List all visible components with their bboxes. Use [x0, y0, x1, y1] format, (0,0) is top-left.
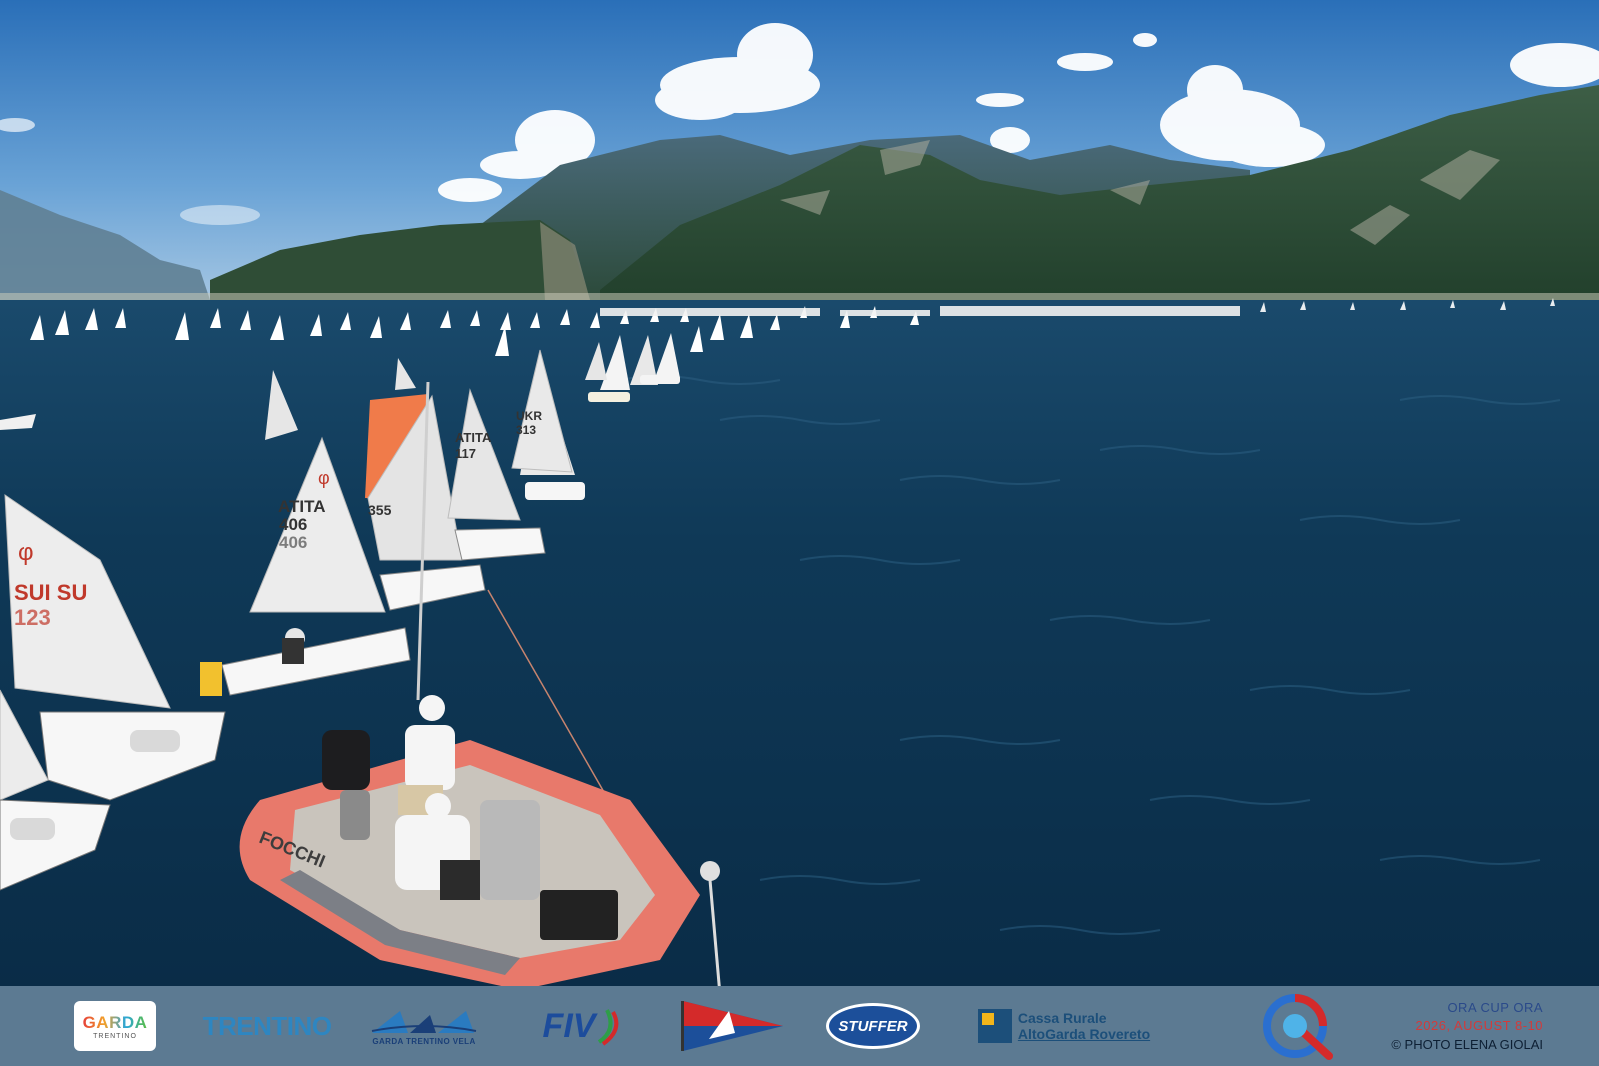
svg-text:φ: φ [318, 468, 330, 488]
fiv-logo[interactable]: FIV [536, 998, 628, 1054]
stuffer-logo-text: STUFFER [838, 1017, 908, 1035]
cassa-square-icon [977, 1009, 1012, 1043]
cassa-rurale-logo[interactable]: Cassa Rurale AltoGarda Rovereto [968, 998, 1160, 1054]
svg-text:UKR: UKR [516, 409, 542, 423]
ora-cup-logo[interactable] [1256, 992, 1338, 1062]
garda-logo-subtitle: TRENTINO [93, 1032, 137, 1040]
event-date: 2026, AUGUST 8-10 [1415, 1018, 1543, 1033]
svg-text:355: 355 [368, 502, 392, 518]
stuffer-logo[interactable]: STUFFER [826, 1003, 920, 1049]
photo-credit: © PHOTO ELENA GIOLAI [1391, 1037, 1543, 1052]
garda-logo-title: GARDA [82, 1012, 148, 1032]
cassa-line2: AltoGarda Rovereto [1017, 1026, 1151, 1042]
svg-text:313: 313 [516, 423, 536, 437]
sail-wave-icon [371, 1010, 477, 1033]
cassa-line1: Cassa Rurale [1017, 1010, 1107, 1026]
svg-text:406: 406 [279, 515, 307, 534]
svg-text:SUI SU: SUI SU [14, 580, 87, 605]
svg-text:406: 406 [279, 533, 307, 552]
garda-trentino-vela-logo[interactable]: GARDA TRENTINO VELA [368, 998, 480, 1054]
sponsor-bar: GARDA TRENTINO TRENTINO GARDA TRENTINO V… [0, 986, 1599, 1066]
event-name: ORA CUP ORA [1447, 1000, 1543, 1015]
trentino-logo[interactable]: TRENTINO [203, 998, 332, 1054]
pennant-icon [681, 1001, 783, 1051]
flag-swoosh-icon [598, 1009, 619, 1046]
event-info: ORA CUP ORA 2026, AUGUST 8-10 © PHOTO EL… [1391, 986, 1543, 1066]
fiv-logo-text: FIV [542, 1006, 596, 1045]
svg-text:123: 123 [14, 605, 51, 630]
ora-q-icon [1263, 994, 1333, 1060]
svg-text:φ: φ [18, 539, 34, 566]
svg-text:117: 117 [455, 446, 476, 461]
trentino-logo-text: TRENTINO [202, 1010, 332, 1041]
garda-trentino-logo[interactable]: GARDA TRENTINO [74, 1001, 156, 1051]
club-pennant-logo[interactable] [676, 998, 788, 1054]
regatta-photo: ATITA 406 406 φ 355 ATITA 117 UKR 313 φ … [0, 0, 1599, 986]
gtv-logo-text: GARDA TRENTINO VELA [372, 1036, 476, 1046]
svg-text:ATITA: ATITA [455, 430, 492, 445]
svg-text:ATITA: ATITA [278, 497, 326, 516]
